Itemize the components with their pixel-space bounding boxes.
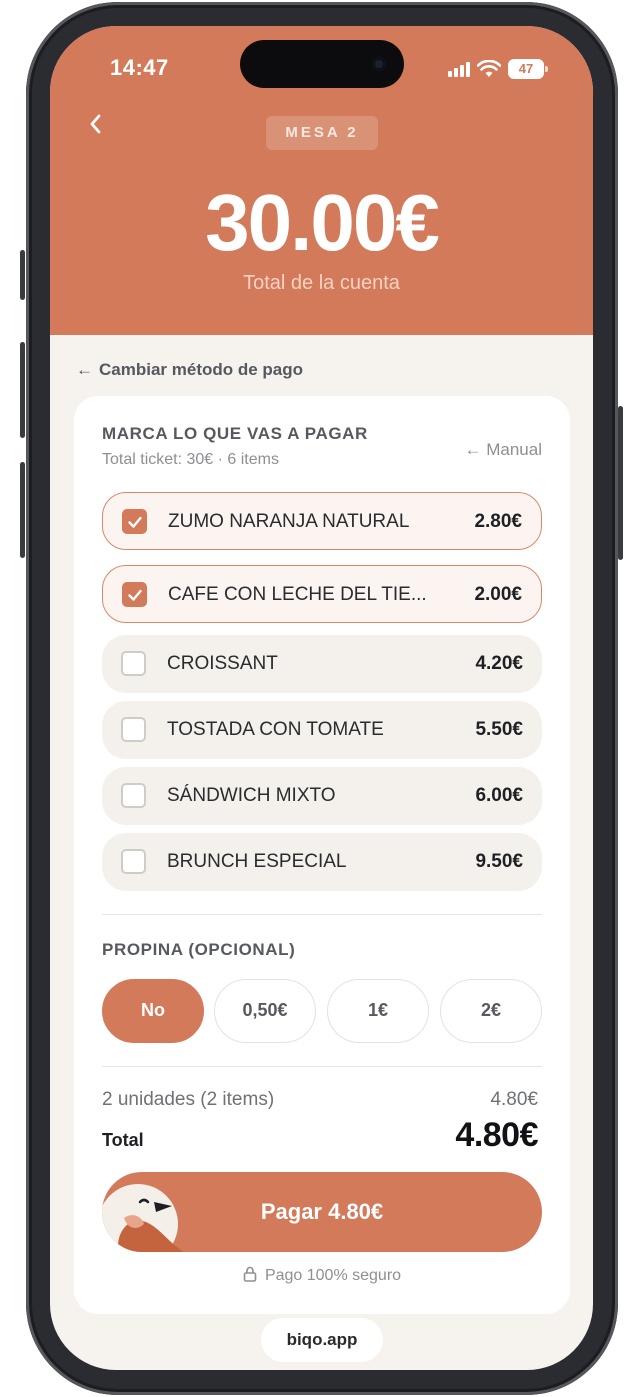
selected-subtotal: 4.80€ [490, 1089, 538, 1110]
list-item[interactable]: CROISSANT 4.20€ [102, 635, 542, 693]
item-checkbox[interactable] [121, 717, 146, 742]
item-name: CAFE CON LECHE DEL TIE... [168, 584, 427, 605]
divider [102, 914, 542, 915]
table-badge: MESA 2 [266, 116, 378, 150]
manual-mode-label: Manual [486, 440, 542, 459]
total-label: Total [102, 1130, 144, 1150]
list-item[interactable]: SÁNDWICH MIXTO 6.00€ [102, 767, 542, 825]
pay-button-label: Pagar 4.80€ [260, 1199, 384, 1224]
list-item[interactable]: CAFE CON LECHE DEL TIE... 2.00€ [102, 565, 542, 623]
checkmark-icon [128, 516, 142, 528]
battery-indicator: 47 [508, 59, 548, 79]
status-icons: 47 [448, 56, 548, 82]
list-item[interactable]: BRUNCH ESPECIAL 9.50€ [102, 833, 542, 891]
phone-action-button [20, 250, 25, 300]
list-item[interactable]: TOSTADA CON TOMATE 5.50€ [102, 701, 542, 759]
divider [102, 1066, 542, 1067]
chevron-left-icon [90, 114, 101, 134]
item-name: ZUMO NARANJA NATURAL [168, 511, 410, 532]
arrow-left-icon: ← [76, 360, 93, 379]
item-checkbox[interactable] [122, 509, 147, 534]
item-name: TOSTADA CON TOMATE [167, 719, 384, 740]
item-selection-card: MARCA LO QUE VAS A PAGAR Total ticket: 3… [74, 396, 570, 1314]
card-title: MARCA LO QUE VAS A PAGAR [102, 424, 368, 443]
item-name: CROISSANT [167, 653, 278, 674]
dynamic-island [240, 40, 404, 88]
tip-option-050[interactable]: 0,50€ [214, 979, 316, 1043]
secure-payment-note: Pago 100% seguro [74, 1266, 570, 1285]
item-checkbox[interactable] [121, 651, 146, 676]
item-price: 5.50€ [475, 719, 523, 740]
tip-section-title: PROPINA (OPCIONAL) [102, 940, 296, 959]
phone-volume-up-button [20, 342, 25, 438]
secure-payment-text: Pago 100% seguro [264, 1267, 402, 1284]
item-price: 9.50€ [475, 851, 523, 872]
item-checkbox[interactable] [121, 849, 146, 874]
item-name: BRUNCH ESPECIAL [167, 851, 347, 872]
card-subtitle: Total ticket: 30€ · 6 items [102, 451, 279, 468]
tip-option-1[interactable]: 1€ [327, 979, 429, 1043]
manual-mode-link[interactable]: ← Manual [465, 440, 543, 460]
lock-icon [243, 1266, 257, 1282]
item-price: 6.00€ [475, 785, 523, 806]
selected-units-label: 2 unidades (2 items) [102, 1089, 275, 1110]
checkmark-icon [128, 589, 142, 601]
total-amount: 4.80€ [455, 1116, 538, 1154]
item-price: 4.20€ [475, 653, 523, 674]
item-price: 2.00€ [474, 584, 522, 605]
bill-total-caption: Total de la cuenta [243, 272, 400, 294]
camera-icon [372, 57, 386, 71]
item-checkbox[interactable] [121, 783, 146, 808]
phone-volume-down-button [20, 462, 25, 558]
item-price: 2.80€ [474, 511, 522, 532]
item-checkbox[interactable] [122, 582, 147, 607]
item-name: SÁNDWICH MIXTO [167, 785, 336, 806]
back-button[interactable] [84, 112, 108, 136]
signal-icon [448, 61, 470, 77]
bill-total-amount: 30.00€ [205, 178, 440, 267]
tip-option-none[interactable]: No [102, 979, 204, 1043]
change-payment-method-link[interactable]: ← Cambiar método de pago [76, 360, 303, 380]
header: 14:47 47 MESA 2 30.00€ Total de la cuent… [50, 26, 593, 335]
pay-button[interactable]: Pagar 4.80€ [102, 1172, 542, 1252]
browser-url-pill[interactable]: biqo.app [261, 1318, 383, 1362]
status-time: 14:47 [110, 55, 169, 80]
arrow-left-icon: ← [464, 440, 482, 459]
tip-option-2[interactable]: 2€ [440, 979, 542, 1043]
list-item[interactable]: ZUMO NARANJA NATURAL 2.80€ [102, 492, 542, 550]
app-screen: 14:47 47 MESA 2 30.00€ Total de la cuent… [50, 26, 593, 1370]
change-payment-method-label: Cambiar método de pago [99, 360, 304, 379]
phone-power-button [618, 406, 623, 560]
wifi-icon [477, 60, 501, 77]
